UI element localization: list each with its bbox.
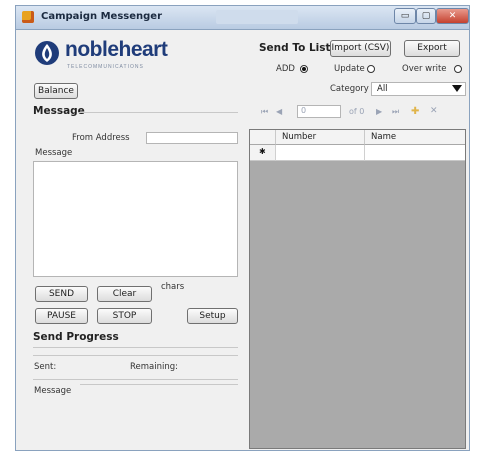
category-label: Category <box>330 84 369 94</box>
delete-record-icon[interactable]: ✕ <box>430 106 438 116</box>
category-value: All <box>377 84 388 94</box>
send-button[interactable]: SEND <box>35 286 88 302</box>
app-icon <box>22 11 34 23</box>
update-option-label: Update <box>334 64 365 74</box>
column-header-name[interactable]: Name <box>365 130 465 145</box>
message-section-title: Message <box>33 105 85 117</box>
import-csv-button[interactable]: Import (CSV) <box>330 40 391 57</box>
title-bar[interactable]: Campaign Messenger ▭ ▢ ✕ <box>16 6 469 30</box>
first-record-icon[interactable]: ⏮ <box>261 107 268 117</box>
title-bar-blur <box>216 10 298 24</box>
setup-button[interactable]: Setup <box>187 308 238 324</box>
column-header-number[interactable]: Number <box>276 130 365 145</box>
record-count-label: of 0 <box>349 107 365 116</box>
stop-button[interactable]: STOP <box>97 308 152 324</box>
app-window: Campaign Messenger ▭ ▢ ✕ nobleheart TELE… <box>15 5 470 451</box>
last-record-icon[interactable]: ⏭ <box>392 107 399 117</box>
sent-label: Sent: <box>34 362 57 372</box>
close-button[interactable]: ✕ <box>436 8 469 24</box>
window-title: Campaign Messenger <box>41 11 163 22</box>
progress-top-line <box>33 347 238 348</box>
send-progress-title: Send Progress <box>33 331 119 343</box>
row-header-corner <box>250 130 276 145</box>
chars-label: chars <box>161 282 185 292</box>
new-row-name-cell[interactable] <box>365 145 465 161</box>
balance-button[interactable]: Balance <box>34 83 78 99</box>
add-option-label: ADD <box>276 64 295 74</box>
new-row-header[interactable]: ✱ <box>250 145 276 161</box>
overwrite-radio[interactable] <box>454 65 462 73</box>
progress-bar-line <box>33 355 238 356</box>
new-row-number-cell[interactable] <box>276 145 365 161</box>
remaining-label: Remaining: <box>130 362 178 372</box>
record-position-input[interactable]: 0 <box>297 105 341 118</box>
from-address-input[interactable] <box>146 132 238 144</box>
export-button[interactable]: Export <box>404 40 460 57</box>
next-record-icon[interactable]: ▶ <box>376 107 382 116</box>
from-address-label: From Address <box>72 133 130 143</box>
add-radio[interactable] <box>300 65 308 73</box>
send-to-list-title: Send To List <box>259 42 331 54</box>
minimize-button[interactable]: ▭ <box>394 8 416 24</box>
record-position-value: 0 <box>301 106 307 115</box>
clear-button[interactable]: Clear <box>97 286 152 302</box>
previous-record-icon[interactable]: ◀ <box>276 107 282 116</box>
update-radio[interactable] <box>367 65 375 73</box>
logo-icon <box>35 41 59 65</box>
dropdown-arrow-icon <box>452 85 462 92</box>
message-divider <box>78 112 238 113</box>
message-textarea[interactable] <box>33 161 238 277</box>
progress-message-label: Message <box>34 386 72 396</box>
new-row-icon: ✱ <box>259 147 266 156</box>
add-record-icon[interactable]: ✚ <box>411 106 419 117</box>
progress-message-line <box>80 384 238 385</box>
company-logo: nobleheart TELECOMMUNICATIONS <box>34 36 194 80</box>
pause-button[interactable]: PAUSE <box>35 308 88 324</box>
overwrite-option-label: Over write <box>402 64 447 74</box>
message-label: Message <box>35 148 73 158</box>
sent-divider <box>33 379 238 380</box>
maximize-button[interactable]: ▢ <box>416 8 436 24</box>
logo-tagline: TELECOMMUNICATIONS <box>67 64 144 70</box>
logo-name: nobleheart <box>65 38 168 61</box>
contacts-grid[interactable]: Number Name ✱ <box>249 129 466 449</box>
category-select[interactable]: All <box>371 82 466 96</box>
